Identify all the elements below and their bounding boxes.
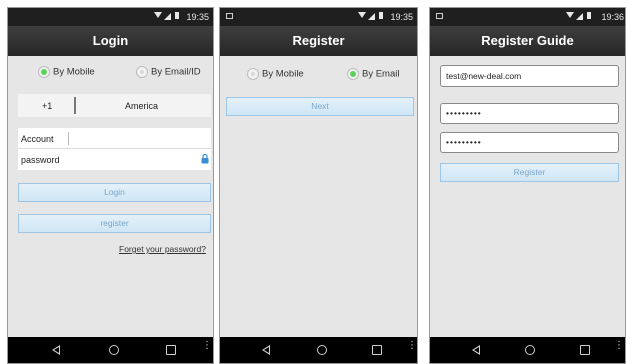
image-notification-icon <box>436 13 443 19</box>
radio-by-mobile-label: By Mobile <box>53 66 95 78</box>
signal-icon <box>164 13 171 20</box>
image-notification-icon <box>226 13 233 19</box>
country-divider <box>74 97 76 114</box>
back-icon[interactable] <box>472 345 480 355</box>
recents-icon[interactable] <box>372 345 382 355</box>
signal-icon <box>368 13 375 20</box>
page-title: Login <box>8 26 213 56</box>
recents-icon[interactable] <box>580 345 590 355</box>
login-button[interactable]: Login <box>18 183 211 202</box>
home-icon[interactable] <box>525 345 535 355</box>
recents-icon[interactable] <box>166 345 176 355</box>
account-field[interactable]: Account <box>18 128 211 149</box>
radio-selected-icon <box>38 66 50 78</box>
register-screen: 19:35 Register By Mobile By Email Next ⋮ <box>219 7 418 364</box>
lock-icon <box>201 154 209 164</box>
back-icon[interactable] <box>262 345 270 355</box>
status-bar: 19:36 <box>430 8 625 26</box>
register-button[interactable]: Register <box>440 163 619 182</box>
radio-selected-icon <box>347 68 359 80</box>
country-selector[interactable]: +1 America <box>18 94 211 117</box>
more-icon[interactable]: ⋮ <box>407 341 417 356</box>
home-icon[interactable] <box>317 345 327 355</box>
register-button[interactable]: register <box>18 214 211 233</box>
home-icon[interactable] <box>109 345 119 355</box>
radio-by-email-id[interactable]: By Email/ID <box>136 66 201 78</box>
next-button[interactable]: Next <box>226 97 414 116</box>
wifi-icon <box>358 12 366 18</box>
navigation-bar: ⋮ <box>220 337 417 363</box>
account-label: Account <box>21 134 54 144</box>
signal-icon <box>576 13 583 20</box>
status-time: 19:35 <box>390 12 413 22</box>
page-title: Register <box>220 26 417 56</box>
password-label: password <box>21 155 60 165</box>
battery-icon <box>379 12 383 19</box>
password-field[interactable]: password <box>18 149 211 170</box>
country-name: America <box>125 101 159 111</box>
radio-by-email-id-label: By Email/ID <box>151 66 201 78</box>
back-icon[interactable] <box>52 345 60 355</box>
email-field[interactable]: test@new-deal.com <box>440 65 619 87</box>
battery-icon <box>587 12 591 19</box>
radio-by-mobile[interactable]: By Mobile <box>247 68 304 80</box>
status-bar: 19:35 <box>8 8 213 26</box>
radio-by-mobile-label: By Mobile <box>262 68 304 80</box>
wifi-icon <box>154 12 162 18</box>
wifi-icon <box>566 12 574 18</box>
status-time: 19:36 <box>601 12 624 22</box>
radio-by-mobile[interactable]: By Mobile <box>38 66 95 78</box>
navigation-bar: ⋮ <box>8 337 213 363</box>
battery-icon <box>175 12 179 19</box>
register-guide-screen: 19:36 Register Guide test@new-deal.com •… <box>429 7 626 364</box>
more-icon[interactable]: ⋮ <box>614 341 624 356</box>
navigation-bar: ⋮ <box>430 337 625 363</box>
radio-by-email-label: By Email <box>362 68 400 80</box>
text-cursor <box>68 132 69 145</box>
radio-unselected-icon <box>136 66 148 78</box>
radio-unselected-icon <box>247 68 259 80</box>
more-icon[interactable]: ⋮ <box>202 341 212 356</box>
country-code: +1 <box>42 101 53 111</box>
confirm-password-field[interactable]: ••••••••• <box>440 132 619 153</box>
page-title: Register Guide <box>430 26 625 56</box>
status-time: 19:35 <box>186 12 209 22</box>
status-bar: 19:35 <box>220 8 417 26</box>
radio-by-email[interactable]: By Email <box>347 68 399 80</box>
password-field[interactable]: ••••••••• <box>440 103 619 124</box>
forgot-password-link[interactable]: Forget your password? <box>119 244 206 254</box>
login-screen: 19:35 Login By Mobile By Email/ID +1 Ame… <box>7 7 214 364</box>
